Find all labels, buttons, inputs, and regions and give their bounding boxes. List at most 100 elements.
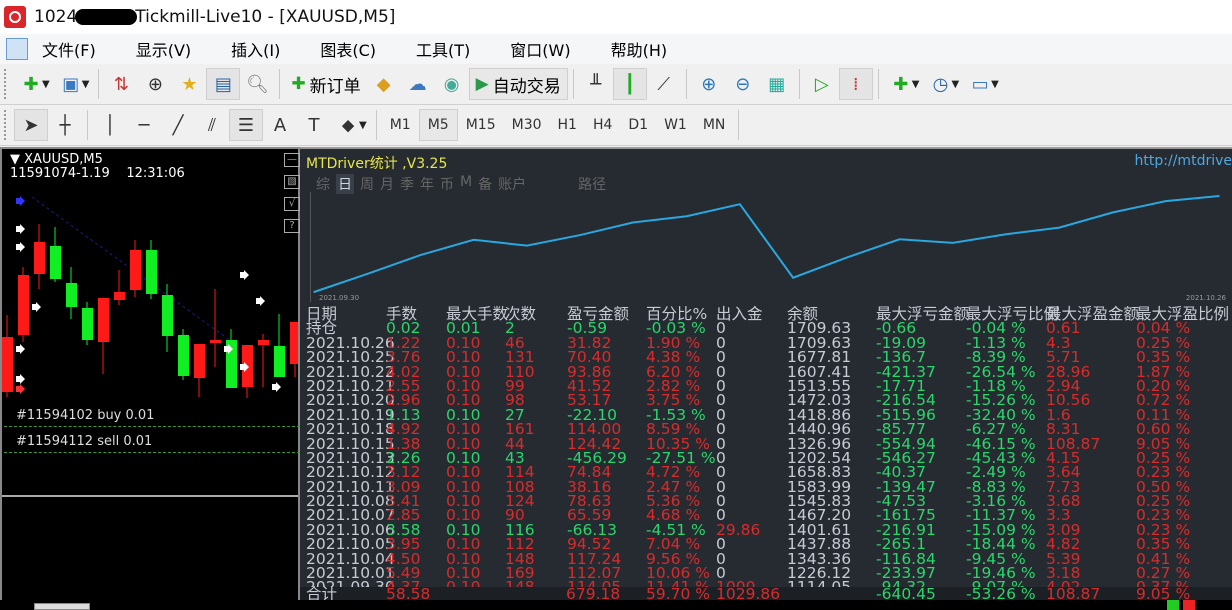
- vps-icon[interactable]: ☁: [401, 68, 435, 100]
- zoom-out-icon[interactable]: ⊖: [726, 68, 760, 100]
- balance-point: [1164, 200, 1167, 202]
- tab-1[interactable]: 日: [336, 174, 354, 194]
- auto-trading-label: 自动交易: [492, 76, 561, 97]
- trade-arrow-icon: [16, 196, 25, 206]
- tab-6[interactable]: 币: [440, 174, 454, 194]
- order-line-sell[interactable]: [4, 452, 300, 453]
- auto-scroll-icon[interactable]: ▷: [805, 68, 839, 100]
- auto-trading-button[interactable]: ▶ 自动交易: [468, 68, 568, 100]
- crosshair-target-icon[interactable]: ⊕: [138, 68, 172, 100]
- menu-help[interactable]: 帮助(H): [611, 37, 668, 61]
- tab-7[interactable]: M: [460, 174, 472, 194]
- timeframe-h4[interactable]: H4: [585, 109, 620, 141]
- graph-end-date: 2021.10.26: [1186, 294, 1227, 302]
- timeframe-m15[interactable]: M15: [458, 109, 504, 141]
- fibonacci-icon[interactable]: ☰: [229, 109, 263, 141]
- text-label-icon[interactable]: T: [297, 109, 331, 141]
- mtdriver-stats-panel: MTDriver统计 ,V3.25 http://mtdrive 综日周月季年币…: [300, 147, 1232, 602]
- chevron-down-icon[interactable]: ▼: [991, 79, 999, 90]
- vertical-line-icon[interactable]: │: [93, 109, 127, 141]
- candle-body: [18, 275, 29, 335]
- menu-window[interactable]: 窗口(W): [510, 37, 570, 61]
- tab-5[interactable]: 年: [420, 174, 434, 194]
- navigator-icon[interactable]: ★: [172, 68, 206, 100]
- tab-2[interactable]: 周: [360, 174, 374, 194]
- chevron-down-icon[interactable]: ▼: [82, 79, 90, 90]
- menu-charts[interactable]: 图表(C): [320, 37, 376, 61]
- chart-window-icon[interactable]: [6, 38, 28, 60]
- balance-point: [685, 215, 688, 218]
- text-icon[interactable]: A: [263, 109, 297, 141]
- signals-icon[interactable]: ◉: [435, 68, 469, 100]
- menu-view[interactable]: 显示(V): [136, 37, 191, 61]
- subwindow-divider[interactable]: [2, 495, 298, 497]
- website-link[interactable]: http://mtdrive: [1135, 153, 1232, 169]
- timeframe-h1[interactable]: H1: [550, 109, 585, 141]
- divider: [279, 69, 281, 99]
- bar-chart-icon[interactable]: ╨: [579, 68, 613, 100]
- balance-point: [526, 244, 528, 247]
- chevron-down-icon[interactable]: ▼: [951, 79, 959, 90]
- crosshair-icon[interactable]: ┼: [48, 109, 82, 141]
- panel-title: MTDriver统计 ,V3.25: [306, 156, 448, 172]
- metaeditor-icon[interactable]: ◆: [367, 68, 401, 100]
- horizontal-line-icon[interactable]: ─: [127, 109, 161, 141]
- menu-file[interactable]: 文件(F): [42, 37, 96, 61]
- order-line-buy[interactable]: [4, 426, 300, 427]
- chart-shift-icon[interactable]: ⁞: [838, 68, 873, 100]
- balance-line: [313, 195, 1220, 293]
- drawing-toolbar: ➤ ┼ │ ─ ╱ ⫽ ☰ A T ⬥ ▼ M1 M5 M15 M30 H1 H4 D1 W1 M…: [0, 105, 1232, 146]
- chevron-down-icon[interactable]: ▼: [42, 79, 50, 90]
- candle-body: [210, 340, 221, 343]
- candle-body: [130, 250, 141, 290]
- title-bar: 1024 Tickmill-Live10 - [XAUUSD,M5]: [0, 0, 1232, 34]
- balance-point: [1111, 211, 1114, 214]
- balance-point: [366, 273, 369, 275]
- chevron-down-icon[interactable]: ▼: [912, 79, 920, 90]
- menu-insert[interactable]: 插入(I): [231, 37, 280, 61]
- divider: [375, 110, 377, 140]
- strategy-tester-icon[interactable]: 🔍︎: [240, 68, 274, 100]
- tab-4[interactable]: 季: [400, 174, 414, 194]
- balance-point: [1058, 226, 1061, 229]
- order-label-sell: #11594112 sell 0.01: [16, 434, 153, 449]
- timeframe-d1[interactable]: D1: [620, 109, 656, 141]
- equidistant-channel-icon[interactable]: ⫽: [195, 109, 229, 141]
- line-chart-icon[interactable]: ⟋: [647, 68, 681, 100]
- price-chart[interactable]: ▼ XAUUSD,M5 11591074-1.19 12:31:06 — ▧ √…: [0, 147, 300, 610]
- standard-toolbar: ✚ ▼ ▣ ▼ ⇅ ⊕ ★ ▤ 🔍︎ ✚ 新订单 ◆ ☁ ◉ ▶ 自动交易 ╨ ┃ ⟋ …: [0, 64, 1232, 105]
- new-order-button[interactable]: ✚ 新订单: [285, 68, 366, 100]
- candle-body: [2, 337, 13, 392]
- menu-tools[interactable]: 工具(T): [416, 37, 470, 61]
- trade-arrow-icon: [16, 344, 25, 354]
- tab-3[interactable]: 月: [380, 174, 394, 194]
- tile-windows-icon[interactable]: ▦: [760, 68, 794, 100]
- toolbar-grip[interactable]: [4, 110, 8, 140]
- trade-arrow-icon: [16, 384, 25, 394]
- timeframe-m30[interactable]: M30: [504, 109, 550, 141]
- candlestick-series: [2, 196, 298, 398]
- market-watch-icon[interactable]: ⇅: [104, 68, 138, 100]
- balance-graph: 2021.09.30 2021.10.26: [310, 192, 1227, 302]
- tab-8[interactable]: 备: [478, 174, 492, 194]
- trade-arrow-icon: [16, 242, 25, 252]
- timeframe-m1[interactable]: M1: [382, 109, 419, 141]
- timeframe-m5[interactable]: M5: [418, 109, 458, 141]
- tab-9[interactable]: 账户: [498, 174, 526, 194]
- candle-body: [66, 283, 77, 307]
- chart-tab[interactable]: [34, 603, 90, 610]
- zoom-in-icon[interactable]: ⊕: [692, 68, 726, 100]
- tab-0[interactable]: 综: [316, 174, 330, 194]
- terminal-icon[interactable]: ▤: [206, 68, 241, 100]
- trendline-icon[interactable]: ╱: [161, 109, 195, 141]
- balance-point: [472, 239, 475, 241]
- chevron-down-icon[interactable]: ▼: [359, 120, 367, 131]
- balance-point: [739, 203, 741, 205]
- timeframe-mn[interactable]: MN: [695, 109, 734, 141]
- path-button[interactable]: 路径: [578, 174, 606, 194]
- timeframe-w1[interactable]: W1: [656, 109, 695, 141]
- cursor-arrow-icon[interactable]: ➤: [14, 109, 48, 141]
- toolbar-grip[interactable]: [4, 69, 8, 99]
- candlestick-chart-icon[interactable]: ┃: [612, 68, 647, 100]
- connection-indicator-icon: [1183, 600, 1195, 610]
